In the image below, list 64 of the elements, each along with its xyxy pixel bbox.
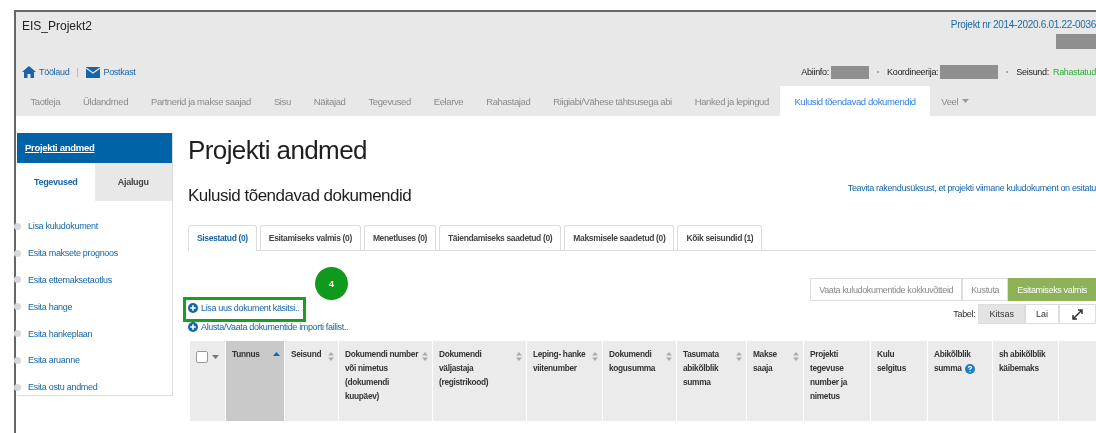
- column-header[interactable]: Dokumendi väljastaja (registrikood): [432, 341, 526, 421]
- sidebar-link[interactable]: Esita hange: [28, 301, 73, 312]
- column-header[interactable]: Makse saaja: [746, 341, 803, 421]
- sidebar-header[interactable]: Projekti andmed: [17, 133, 172, 163]
- status-value: Rahastatud: [1052, 67, 1096, 77]
- help-label: Abiinfo:: [801, 67, 829, 77]
- expand-icon: [1072, 308, 1083, 320]
- status-tab[interactable]: Maksmisele saadetud (0): [564, 225, 675, 250]
- view-toggle[interactable]: Lai: [1025, 304, 1059, 324]
- status-tab[interactable]: Kõik seisundid (1): [677, 225, 763, 250]
- sidebar-link[interactable]: Esita aruanne: [28, 355, 80, 366]
- bullet-icon: [14, 249, 21, 257]
- notify-link[interactable]: Teavita rakendusüksust, et projekti viimane kuludokument on esitatu: [847, 183, 1096, 193]
- action-button[interactable]: Kustuta: [962, 278, 1009, 301]
- select-all-checkbox[interactable]: [196, 351, 208, 363]
- sidebar-tab[interactable]: Ajalugu: [94, 163, 172, 201]
- column-header[interactable]: Tunnus: [225, 341, 284, 421]
- column-header[interactable]: Dokumendi kogusumma: [602, 341, 676, 421]
- status-tab[interactable]: Sisestatud (0): [188, 225, 257, 251]
- envelope-icon: [86, 66, 101, 78]
- window-title: EIS_Projekt2: [22, 19, 93, 35]
- plus-circle-icon: [188, 322, 198, 332]
- add-link[interactable]: Lisa uus dokument käsitsi..: [183, 297, 306, 322]
- status-tab[interactable]: Esitamiseks valmis (0): [259, 225, 361, 250]
- sidebar-link[interactable]: Lisa kuludokument: [28, 221, 98, 232]
- bullet-icon: [14, 222, 21, 230]
- bullet-icon: [14, 356, 21, 364]
- column-header[interactable]: Tasumata abikõlblik summa: [676, 341, 746, 421]
- sidebar-link[interactable]: Esita ostu andmed: [28, 382, 98, 393]
- quick-link[interactable]: Postkast: [86, 66, 136, 78]
- view-toggle[interactable]: Kitsas: [978, 304, 1025, 324]
- bullet-icon: [14, 383, 21, 391]
- column-header[interactable]: Abikõlblik summa: [927, 341, 992, 421]
- redacted-block: [831, 65, 869, 79]
- expand-button[interactable]: [1059, 304, 1096, 324]
- section-title: Kulusid tõendavad dokumendid: [188, 186, 412, 206]
- page-title: Projekti andmed: [188, 135, 368, 167]
- sidebar-link[interactable]: Esita hankeplaan: [28, 328, 93, 339]
- column-header[interactable]: Seisund: [284, 341, 338, 421]
- column-header[interactable]: Leping- hanke viitenumber: [526, 341, 602, 421]
- status-tab[interactable]: Täiendamiseks saadetud (0): [439, 225, 562, 250]
- status-label: Seisund:: [1016, 67, 1049, 77]
- sidebar-link[interactable]: Esita ettemaksetaotlus: [28, 275, 112, 285]
- redacted-block: [940, 65, 999, 79]
- bullet-icon: [14, 330, 21, 338]
- caret-icon: [212, 355, 219, 359]
- home-icon: [22, 66, 36, 78]
- column-header[interactable]: Dokumendi number või nimetus (dokumendi kuupäev): [338, 341, 432, 421]
- action-button[interactable]: Vaata kuludokumentide kokkuvõtteid: [810, 278, 963, 301]
- nav-tab[interactable]: Kulusid tõendavad dokumendid: [780, 86, 930, 116]
- coordinator-label: Koordineerija:: [887, 67, 939, 77]
- redacted-block: [1056, 34, 1096, 49]
- bullet-icon: [14, 276, 21, 284]
- status-tab[interactable]: Menetluses (0): [363, 225, 437, 250]
- step-badge: 4: [315, 267, 348, 300]
- column-header[interactable]: sh abikõlblik käibemaks: [992, 341, 1058, 421]
- plus-circle-icon: [188, 303, 198, 313]
- bullet-icon: [14, 303, 21, 311]
- column-header[interactable]: Projekti tegevuse number ja nimetus: [803, 341, 870, 421]
- quick-link[interactable]: Töölaud: [22, 66, 70, 78]
- sidebar-link[interactable]: Esita maksete prognoos: [28, 248, 118, 259]
- project-number: Projekt nr 2014-2020.6.01.22-0036: [950, 19, 1096, 30]
- table-view-label: Tabel:: [953, 309, 976, 319]
- column-header[interactable]: Kulu selgitus: [870, 341, 927, 421]
